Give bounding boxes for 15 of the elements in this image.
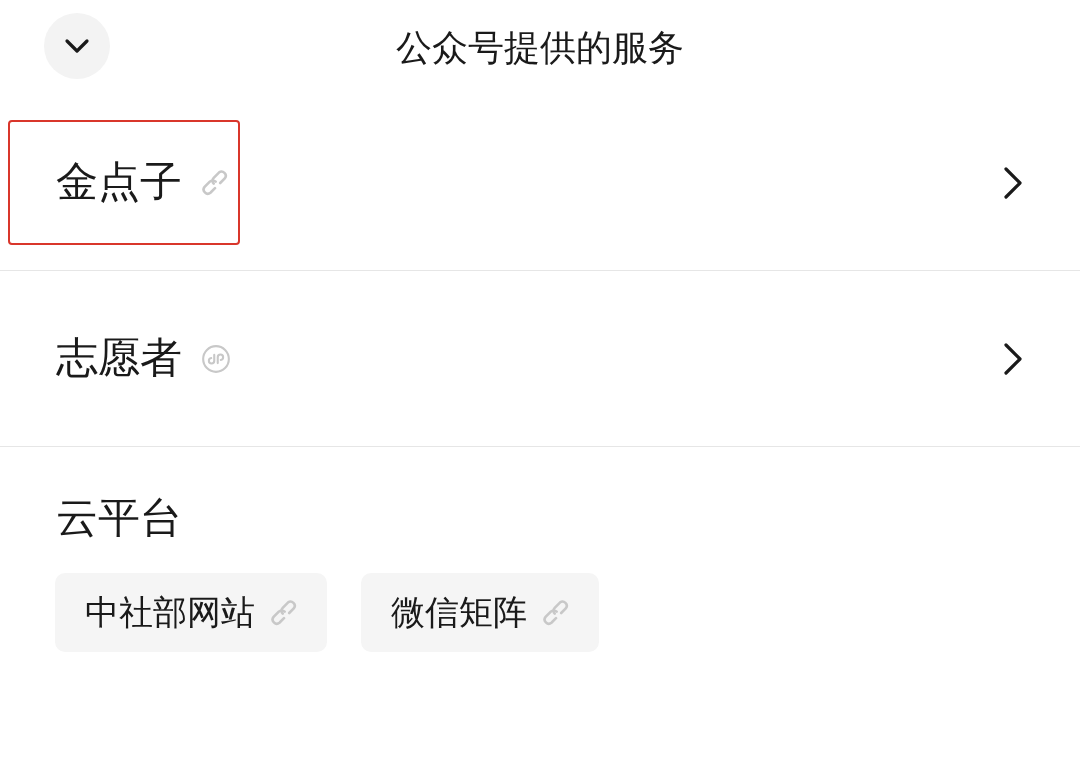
chevron-down-icon — [64, 38, 90, 54]
chevron-right-icon — [1002, 164, 1024, 201]
service-row[interactable]: 志愿者 — [0, 271, 1080, 447]
link-icon — [271, 599, 297, 626]
service-chip[interactable]: 微信矩阵 — [361, 573, 599, 653]
section-title: 云平台 — [56, 493, 183, 544]
chevron-right-icon — [1002, 340, 1024, 377]
service-chip[interactable]: 中社部网站 — [55, 573, 327, 653]
service-row[interactable]: 金点子 — [0, 95, 1080, 271]
page-title: 公众号提供的服务 — [396, 25, 684, 70]
link-icon — [543, 599, 569, 626]
link-icon — [202, 169, 228, 196]
mini-program-icon — [202, 344, 230, 373]
service-label: 志愿者 — [56, 333, 182, 384]
service-label: 金点子 — [56, 157, 182, 208]
